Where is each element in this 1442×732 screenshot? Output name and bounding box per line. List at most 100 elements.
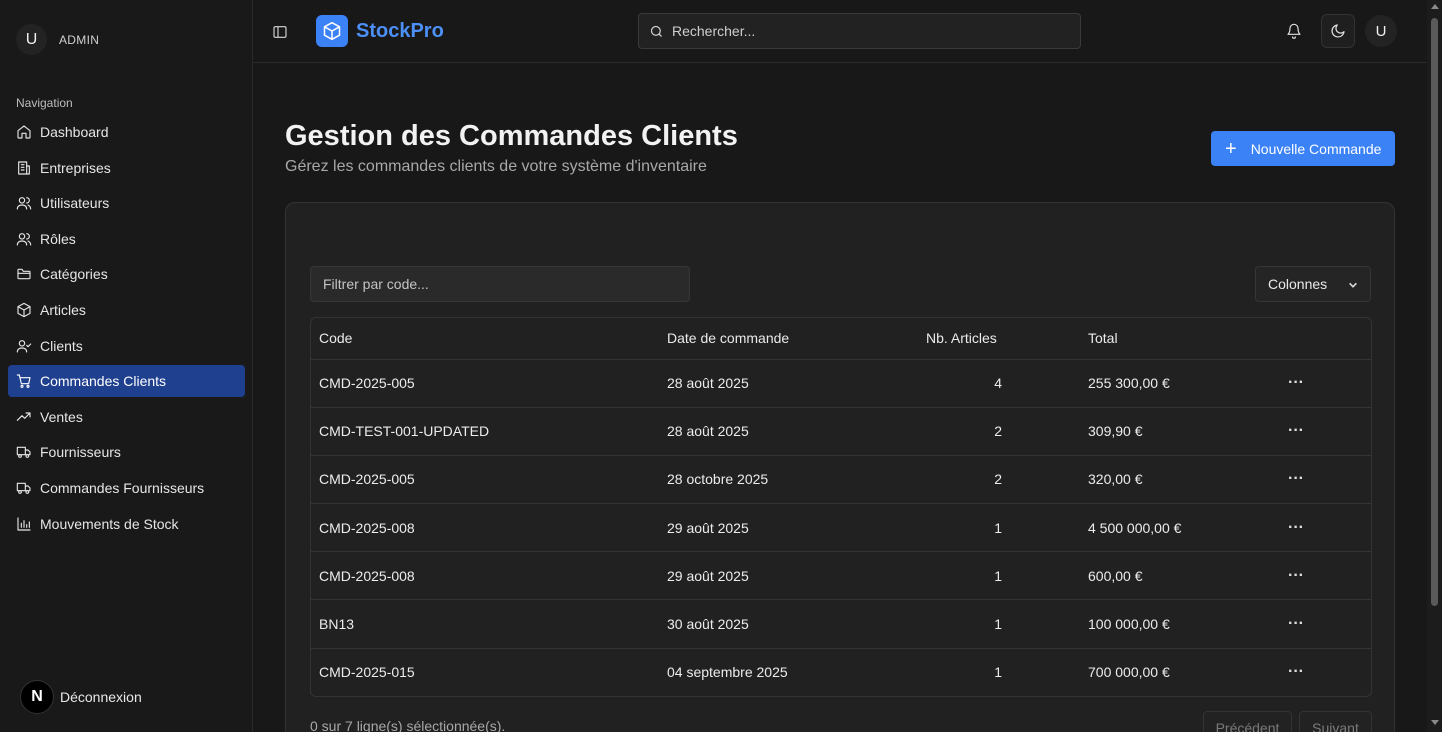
row-actions-menu-icon[interactable]: ··· bbox=[1282, 422, 1304, 439]
sidebar-item-label: Ventes bbox=[40, 408, 83, 425]
sidebar-user[interactable]: U ADMIN bbox=[16, 24, 99, 55]
sidebar-item-articles[interactable]: Articles bbox=[8, 294, 245, 326]
columns-dropdown-button[interactable]: Colonnes bbox=[1255, 266, 1371, 302]
truck-icon bbox=[16, 480, 32, 496]
search-bar[interactable] bbox=[638, 13, 1081, 49]
table-row[interactable]: CMD-2025-005 28 août 2025 4 255 300,00 €… bbox=[311, 359, 1371, 408]
cell-code: CMD-2025-008 bbox=[311, 503, 659, 553]
sidebar-item-commandes-clients[interactable]: Commandes Clients bbox=[8, 365, 245, 398]
truck-icon bbox=[16, 444, 32, 460]
sidebar-item-commandes-fournisseurs[interactable]: Commandes Fournisseurs bbox=[8, 472, 245, 504]
sidebar-item-label: Dashboard bbox=[40, 124, 109, 140]
folder-icon bbox=[16, 266, 32, 282]
cart-icon bbox=[16, 373, 32, 389]
avatar[interactable]: U bbox=[16, 24, 47, 55]
new-order-label: Nouvelle Commande bbox=[1250, 140, 1382, 157]
app-root: U ADMIN Navigation Dashboard Entreprises… bbox=[0, 0, 1442, 732]
panel-left-icon bbox=[273, 26, 287, 38]
cell-total: 320,00 € bbox=[1080, 455, 1274, 505]
search-input[interactable] bbox=[672, 23, 1080, 39]
table-row[interactable]: CMD-2025-008 29 août 2025 1 4 500 000,00… bbox=[311, 503, 1371, 553]
scroll-up-icon[interactable] bbox=[1431, 4, 1439, 9]
sidebar-item-roles[interactable]: Rôles bbox=[8, 223, 245, 255]
home-icon bbox=[16, 124, 32, 140]
scroll-down-icon[interactable] bbox=[1431, 720, 1439, 725]
sidebar-item-entreprises[interactable]: Entreprises bbox=[8, 152, 245, 184]
row-actions-menu-icon[interactable]: ··· bbox=[1282, 615, 1304, 632]
sidebar-item-ventes[interactable]: Ventes bbox=[8, 401, 245, 433]
table-row[interactable]: CMD-TEST-001-UPDATED 28 août 2025 2 309,… bbox=[311, 407, 1371, 456]
column-header-actions bbox=[1274, 318, 1371, 360]
next-page-button[interactable]: Suivant bbox=[1299, 711, 1372, 732]
sidebar-item-label: Entreprises bbox=[40, 159, 111, 176]
sidebar: U ADMIN Navigation Dashboard Entreprises… bbox=[0, 0, 253, 732]
row-actions-menu-icon[interactable]: ··· bbox=[1282, 567, 1304, 584]
sidebar-item-mouvements-stock[interactable]: Mouvements de Stock bbox=[8, 508, 245, 540]
cell-date: 28 août 2025 bbox=[659, 407, 918, 456]
cell-nb-articles: 1 bbox=[994, 616, 1002, 633]
user-avatar-button[interactable]: U bbox=[1365, 15, 1397, 47]
column-header-nb-articles[interactable]: Nb. Articles bbox=[918, 318, 1080, 360]
column-header-code[interactable]: Code bbox=[311, 318, 659, 360]
moon-icon bbox=[1331, 24, 1345, 38]
table-row[interactable]: BN13 30 août 2025 1 100 000,00 € ··· bbox=[311, 599, 1371, 649]
plus-icon: + bbox=[1225, 137, 1237, 160]
cell-code: BN13 bbox=[311, 599, 659, 649]
user-name: ADMIN bbox=[59, 32, 100, 47]
sidebar-item-utilisateurs[interactable]: Utilisateurs bbox=[8, 187, 245, 219]
sidebar-item-dashboard[interactable]: Dashboard bbox=[8, 116, 245, 148]
orders-table: Code Date de commande Nb. Articles Total… bbox=[310, 317, 1372, 698]
table-row[interactable]: CMD-2025-008 29 août 2025 1 600,00 € ··· bbox=[311, 551, 1371, 601]
previous-page-button[interactable]: Précédent bbox=[1203, 711, 1292, 732]
sidebar-item-fournisseurs[interactable]: Fournisseurs bbox=[8, 436, 245, 468]
sidebar-toggle-button[interactable] bbox=[269, 21, 291, 43]
top-header: StockPro U bbox=[253, 0, 1427, 63]
trend-up-icon bbox=[16, 409, 32, 425]
cell-nb-articles: 1 bbox=[994, 664, 1002, 681]
cell-total: 4 500 000,00 € bbox=[1080, 503, 1274, 553]
cell-date: 29 août 2025 bbox=[659, 551, 918, 601]
table-row[interactable]: CMD-2025-015 04 septembre 2025 1 700 000… bbox=[311, 648, 1371, 696]
logout-button[interactable]: N Déconnexion bbox=[20, 680, 142, 714]
column-header-total[interactable]: Total bbox=[1080, 318, 1274, 360]
row-actions-menu-icon[interactable]: ··· bbox=[1282, 470, 1304, 487]
new-order-button[interactable]: + Nouvelle Commande bbox=[1211, 131, 1395, 166]
cell-nb-articles: 4 bbox=[994, 375, 1002, 392]
column-header-date[interactable]: Date de commande bbox=[659, 318, 918, 360]
users-icon bbox=[16, 231, 32, 247]
notifications-button[interactable] bbox=[1277, 14, 1311, 48]
row-actions-menu-icon[interactable]: ··· bbox=[1282, 519, 1304, 536]
scrollbar-thumb[interactable] bbox=[1431, 18, 1438, 606]
cell-code: CMD-2025-008 bbox=[311, 551, 659, 601]
cell-nb-articles: 1 bbox=[994, 519, 1002, 536]
sidebar-item-label: Mouvements de Stock bbox=[40, 515, 179, 532]
cell-total: 700 000,00 € bbox=[1088, 664, 1170, 681]
cell-code: CMD-2025-015 bbox=[319, 664, 415, 681]
brand[interactable]: StockPro bbox=[316, 15, 444, 47]
sidebar-item-label: Fournisseurs bbox=[40, 444, 121, 461]
box-icon bbox=[16, 302, 32, 318]
theme-toggle-button[interactable] bbox=[1321, 14, 1355, 48]
cell-total: 600,00 € bbox=[1080, 551, 1274, 601]
cell-date: 30 août 2025 bbox=[659, 599, 918, 649]
sidebar-item-clients[interactable]: Clients bbox=[8, 330, 245, 362]
page-scrollbar[interactable] bbox=[1427, 0, 1442, 732]
row-actions-menu-icon[interactable]: ··· bbox=[1282, 663, 1304, 680]
sidebar-item-label: Catégories bbox=[40, 266, 108, 283]
bar-chart-icon bbox=[16, 516, 32, 532]
cell-total: 309,90 € bbox=[1080, 407, 1274, 456]
filter-code-input[interactable] bbox=[310, 266, 690, 302]
sidebar-item-label: Commandes Fournisseurs bbox=[40, 479, 205, 496]
cell-total: 100 000,00 € bbox=[1080, 599, 1274, 649]
row-actions-menu-icon[interactable]: ··· bbox=[1282, 374, 1304, 391]
cell-code: CMD-TEST-001-UPDATED bbox=[311, 407, 659, 456]
brand-name: StockPro bbox=[356, 19, 444, 42]
sidebar-item-label: Articles bbox=[40, 301, 86, 318]
table-row[interactable]: CMD-2025-005 28 octobre 2025 2 320,00 € … bbox=[311, 455, 1371, 505]
cell-nb-articles: 2 bbox=[994, 471, 1002, 488]
app-logo-icon: N bbox=[20, 680, 54, 714]
sidebar-item-categories[interactable]: Catégories bbox=[8, 258, 245, 290]
chevron-down-icon bbox=[1349, 282, 1357, 288]
page-title: Gestion des Commandes Clients bbox=[285, 120, 738, 152]
sidebar-item-label: Commandes Clients bbox=[40, 373, 167, 390]
